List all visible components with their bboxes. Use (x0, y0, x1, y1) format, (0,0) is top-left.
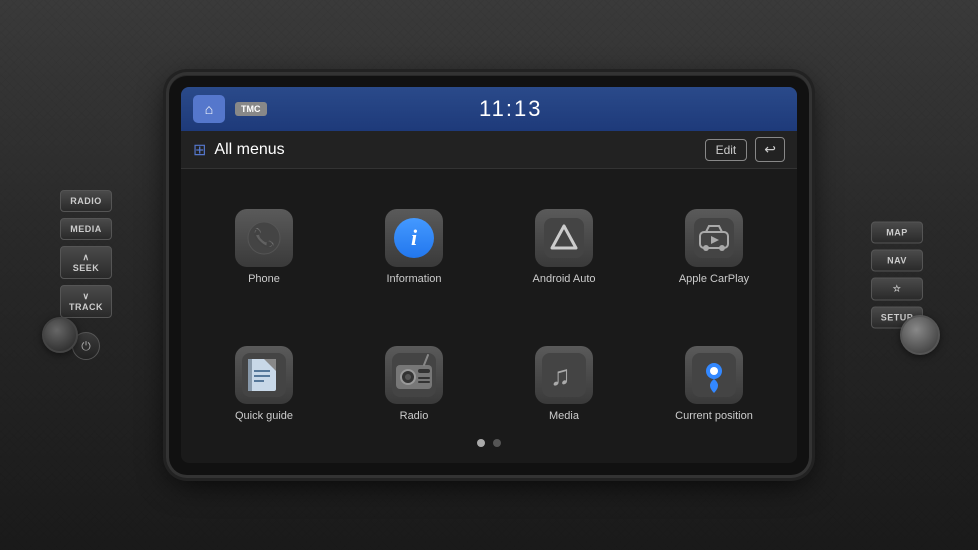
svg-text:♫: ♫ (550, 360, 571, 391)
android-auto-icon (535, 209, 593, 267)
phone-label: Phone (248, 273, 280, 286)
android-auto-label: Android Auto (533, 273, 596, 286)
info-circle: i (394, 218, 434, 258)
page-indicator (477, 435, 501, 451)
guide-icon (235, 346, 293, 404)
right-knob[interactable] (900, 315, 940, 355)
main-screen: ⌂ TMC 11:13 ⊞ All menus Edit ↩ (181, 87, 797, 463)
carplay-icon (685, 209, 743, 267)
current-position-label: Current position (675, 410, 753, 423)
app-apple-carplay[interactable]: Apple CarPlay (639, 179, 789, 316)
app-radio[interactable]: Radio (339, 316, 489, 453)
app-information[interactable]: i Information (339, 179, 489, 316)
map-button[interactable]: MAP (871, 222, 923, 244)
carplay-label: Apple CarPlay (679, 273, 749, 286)
quick-guide-label: Quick guide (235, 410, 293, 423)
track-button[interactable]: ∨ TRACK (60, 285, 112, 318)
edit-button[interactable]: Edit (705, 139, 748, 161)
left-knob[interactable] (42, 317, 78, 353)
information-label: Information (386, 273, 441, 286)
back-button[interactable]: ↩ (755, 137, 785, 162)
home-button[interactable]: ⌂ (193, 95, 225, 123)
page-dot-1[interactable] (477, 439, 485, 447)
dashboard: RADIO MEDIA ∧ SEEK ∨ TRACK ⏻ ⌂ TMC 11:13… (0, 0, 978, 550)
content-area: ⊞ All menus Edit ↩ 📞 (181, 131, 797, 463)
all-menus-title: All menus (214, 141, 696, 159)
tmc-badge: TMC (235, 102, 267, 116)
position-icon (685, 346, 743, 404)
grid-icon: ⊞ (193, 140, 206, 160)
radio-icon (385, 346, 443, 404)
info-icon: i (385, 209, 443, 267)
screen-housing: ⌂ TMC 11:13 ⊞ All menus Edit ↩ (169, 75, 809, 475)
page-dot-2[interactable] (493, 439, 501, 447)
home-icon: ⌂ (205, 101, 213, 117)
media-button[interactable]: MEDIA (60, 218, 112, 240)
radio-label: Radio (400, 410, 429, 423)
app-current-position[interactable]: Current position (639, 316, 789, 453)
top-bar: ⌂ TMC 11:13 (181, 87, 797, 131)
nav-button[interactable]: NAV (871, 250, 923, 272)
phone-icon: 📞 (235, 209, 293, 267)
right-controls: MAP NAV ☆ SETUP (871, 222, 923, 329)
clock-display: 11:13 (277, 96, 746, 122)
app-quick-guide[interactable]: Quick guide (189, 316, 339, 453)
app-grid: 📞 Phone i Information (181, 169, 797, 463)
media-label: Media (549, 410, 579, 423)
radio-button[interactable]: RADIO (60, 190, 112, 212)
svg-text:📞: 📞 (253, 226, 276, 248)
app-phone[interactable]: 📞 Phone (189, 179, 339, 316)
media-icon: ♫ (535, 346, 593, 404)
app-android-auto[interactable]: Android Auto (489, 179, 639, 316)
star-button[interactable]: ☆ (871, 278, 923, 301)
seek-button[interactable]: ∧ SEEK (60, 246, 112, 279)
app-media[interactable]: ♫ Media (489, 316, 639, 453)
menu-bar: ⊞ All menus Edit ↩ (181, 131, 797, 169)
